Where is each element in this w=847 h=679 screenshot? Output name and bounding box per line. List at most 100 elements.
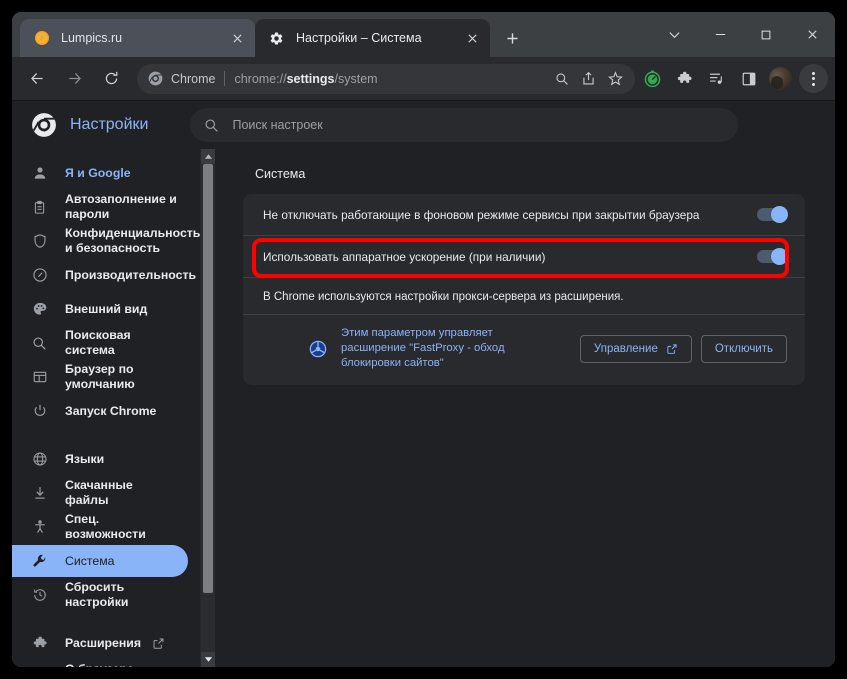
sidebar-item-label: Спец. возможности	[65, 512, 146, 541]
tab-settings-system[interactable]: Настройки – Система	[255, 19, 490, 57]
sidebar-item-extensions[interactable]: Расширения	[12, 627, 188, 659]
sidebar-item-you-and-google[interactable]: Я и Google	[12, 157, 188, 189]
settings-search-input[interactable]: Поиск настроек	[190, 108, 739, 142]
sidebar-item-label: Языки	[65, 451, 105, 466]
sidebar-item-reset-settings[interactable]: Сбросить настройки	[12, 579, 188, 611]
sidebar-item-label: Внешний вид	[65, 301, 148, 316]
back-arrow-icon[interactable]	[22, 64, 52, 94]
sidebar-item-privacy[interactable]: Конфиденциальность и безопасность	[12, 225, 200, 257]
sidebar-item-label: Скачанные файлы	[65, 478, 133, 507]
tab-title: Настройки – Система	[296, 31, 422, 45]
person-icon	[30, 164, 49, 183]
sidebar-item-system[interactable]: Система	[12, 545, 188, 577]
download-icon	[30, 484, 49, 503]
search-icon	[30, 334, 49, 353]
external-link-icon	[152, 637, 165, 650]
settings-sidebar: Я и Google Автозаполнение и пароли Конфи…	[12, 149, 200, 667]
close-icon[interactable]	[228, 29, 247, 48]
external-link-icon	[666, 343, 678, 355]
puzzle-icon	[30, 634, 49, 653]
omnibox-chip-label: Chrome	[171, 71, 216, 86]
accessibility-icon	[30, 518, 49, 537]
scroll-down-arrow-icon[interactable]	[201, 652, 215, 667]
window-controls	[651, 12, 835, 57]
sidebar-item-label: Система	[65, 553, 115, 568]
tab-strip: Lumpics.ru Настройки – Система	[12, 12, 835, 57]
close-icon[interactable]	[463, 29, 482, 48]
system-settings-card: Не отключать работающие в фоновом режиме…	[243, 194, 805, 385]
manage-extension-button[interactable]: Управление	[579, 334, 692, 363]
browser-toolbar: Chrome chrome://settings/system	[12, 57, 835, 101]
media-controls-icon[interactable]	[702, 64, 731, 93]
settings-main-panel: Система Не отключать работающие в фоново…	[215, 149, 835, 667]
sidebar-item-label: Сбросить настройки	[65, 580, 129, 609]
scroll-up-arrow-icon[interactable]	[201, 149, 215, 164]
share-icon[interactable]	[575, 65, 602, 92]
orange-slice-icon	[33, 30, 50, 47]
three-dot-menu-icon[interactable]	[799, 64, 828, 93]
sidebar-item-default-browser[interactable]: Браузер по умолчанию	[12, 361, 188, 393]
sidebar-item-label: Производительность	[65, 267, 197, 282]
sidebar-item-label: Запуск Chrome	[65, 403, 157, 418]
history-restore-icon	[30, 586, 49, 605]
url-highlight: settings	[286, 71, 335, 86]
sidebar-item-label: Конфиденциальность и безопасность	[65, 226, 200, 255]
background-apps-toggle[interactable]	[757, 205, 788, 223]
scrollbar-thumb[interactable]	[203, 164, 213, 594]
url-prefix: chrome://	[234, 71, 287, 86]
sidebar-item-autofill[interactable]: Автозаполнение и пароли	[12, 191, 188, 223]
proxy-globe-icon	[307, 338, 328, 359]
disable-extension-button[interactable]: Отключить	[700, 334, 787, 363]
row-background-apps[interactable]: Не отключать работающие в фоновом режиме…	[243, 194, 805, 236]
manage-button-label: Управление	[593, 342, 658, 355]
sidebar-item-label: Расширения	[65, 635, 142, 650]
chrome-logo-icon	[148, 71, 163, 86]
search-icon[interactable]	[548, 65, 575, 92]
omnibox-divider	[224, 71, 226, 86]
sidebar-item-downloads[interactable]: Скачанные файлы	[12, 477, 188, 509]
hardware-acceleration-toggle[interactable]	[757, 247, 788, 265]
palette-icon	[30, 300, 49, 319]
sidebar-item-performance[interactable]: Производительность	[12, 259, 196, 291]
chevron-down-icon[interactable]	[651, 12, 697, 57]
extension-control-row: Этим параметром управляет расширение "Fa…	[243, 315, 805, 385]
close-window-icon[interactable]	[789, 12, 835, 57]
reload-icon[interactable]	[96, 64, 126, 94]
sidebar-item-label: Поисковая система	[65, 328, 131, 357]
new-tab-button[interactable]	[497, 23, 527, 53]
sidebar-item-appearance[interactable]: Внешний вид	[12, 293, 188, 325]
omnibox-actions	[548, 65, 629, 92]
browser-window-icon	[30, 368, 49, 387]
omnibox-url: chrome://settings/system	[234, 72, 548, 86]
browser-window: Lumpics.ru Настройки – Система Chrome ch…	[12, 12, 835, 667]
side-panel-icon[interactable]	[734, 64, 763, 93]
sidebar-item-search-engine[interactable]: Поисковая система	[12, 327, 188, 359]
clipboard-icon	[30, 198, 49, 217]
tab-title: Lumpics.ru	[61, 31, 123, 45]
sidebar-item-accessibility[interactable]: Спец. возможности	[12, 511, 188, 543]
minimize-icon[interactable]	[697, 12, 743, 57]
gear-icon	[268, 30, 285, 47]
wrench-icon	[30, 552, 49, 571]
settings-body: Я и Google Автозаполнение и пароли Конфи…	[12, 149, 835, 667]
maximize-icon[interactable]	[743, 12, 789, 57]
profile-avatar[interactable]	[769, 67, 792, 90]
fastproxy-extension-icon[interactable]	[638, 64, 667, 93]
row-hardware-acceleration[interactable]: Использовать аппаратное ускорение (при н…	[243, 236, 805, 278]
address-bar[interactable]: Chrome chrome://settings/system	[137, 63, 635, 94]
forward-arrow-icon[interactable]	[59, 64, 89, 94]
sidebar-scrollbar[interactable]	[200, 149, 215, 667]
tab-lumpics[interactable]: Lumpics.ru	[20, 19, 255, 57]
bookmark-star-icon[interactable]	[602, 65, 629, 92]
section-title: Система	[255, 167, 306, 181]
proxy-note: В Chrome используются настройки прокси-с…	[243, 278, 805, 315]
scrollbar-track[interactable]	[201, 164, 215, 652]
sidebar-item-label: Автозаполнение и пароли	[65, 192, 177, 221]
sidebar-item-languages[interactable]: Языки	[12, 443, 188, 475]
sidebar-item-label: Я и Google	[65, 165, 131, 180]
sidebar-item-startup[interactable]: Запуск Chrome	[12, 395, 188, 427]
sidebar-item-about-chrome[interactable]: О браузере Chrome	[12, 661, 188, 667]
speedometer-icon	[30, 266, 49, 285]
extensions-puzzle-icon[interactable]	[670, 64, 699, 93]
row-label: Не отключать работающие в фоновом режиме…	[263, 207, 700, 222]
